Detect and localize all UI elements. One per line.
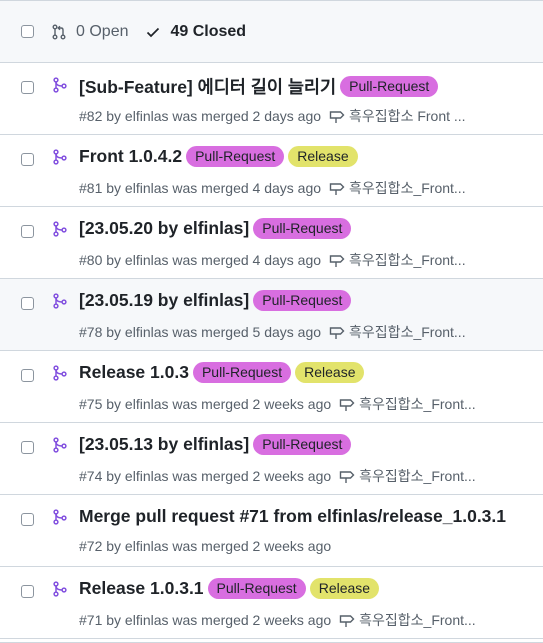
pull-request-rows: [Sub-Feature] 에디터 길이 늘리기 Pull-Request #82 … (0, 63, 543, 639)
row-checkbox[interactable] (21, 297, 34, 310)
row-checkbox[interactable] (21, 441, 34, 454)
pull-request-row[interactable]: [23.05.13 by elfinlas] Pull-Request #74 by… (0, 423, 543, 495)
pull-request-icon (52, 24, 66, 39)
milestone-name: 흑우집합소_Front... (359, 612, 476, 628)
open-count-label: 0 Open (76, 22, 129, 40)
pull-request-title-link[interactable]: [Sub-Feature] 에디터 길이 늘리기 (79, 74, 336, 99)
meta-line: #80 by elfinlas was merged 4 days ago 흑우집… (79, 250, 466, 270)
merged-icon (53, 581, 67, 597)
milestone-name: 흑우집합소_Front... (349, 324, 466, 340)
title-line: [Sub-Feature] 에디터 길이 늘리기 Pull-Request (79, 74, 439, 99)
milestone-icon (339, 615, 355, 627)
release-label[interactable]: Release (288, 146, 358, 167)
row-checkbox[interactable] (21, 513, 34, 526)
title-line: Front 1.0.4.2 Pull-Request Release (79, 146, 358, 167)
pull-request-label[interactable]: Pull-Request (207, 578, 306, 599)
check-icon (147, 27, 160, 37)
pull-request-meta: #71 by elfinlas was merged 2 weeks ago (79, 612, 332, 628)
pull-request-row[interactable]: Release 1.0.3 Pull-Request Release #75 by e… (0, 351, 543, 423)
pull-request-row[interactable]: Front 1.0.4.2 Pull-Request Release #81 by e… (0, 135, 543, 207)
pull-request-title-link[interactable]: [23.05.13 by elfinlas] (79, 434, 249, 455)
closed-filter-button[interactable]: 49 Closed (145, 23, 246, 41)
pull-request-meta: #81 by elfinlas was merged 4 days ago (79, 180, 322, 196)
pull-request-meta: #75 by elfinlas was merged 2 weeks ago (79, 396, 332, 412)
title-line: [23.05.19 by elfinlas] Pull-Request (79, 290, 352, 311)
merged-icon (53, 149, 67, 165)
milestone-link[interactable]: 흑우집합소_Front... (329, 178, 466, 198)
milestone-name: 흑우집합소_Front... (359, 468, 476, 484)
pull-request-meta: #82 by elfinlas was merged 2 days ago (79, 108, 322, 124)
pull-request-meta: #80 by elfinlas was merged 4 days ago (79, 252, 322, 268)
title-line: Release 1.0.3.1 Pull-Request Release (79, 578, 380, 599)
meta-line: #75 by elfinlas was merged 2 weeks ago 흑우… (79, 394, 476, 414)
milestone-link[interactable]: 흑우집합소 Front ... (329, 106, 466, 126)
title-line: [23.05.20 by elfinlas] Pull-Request (79, 218, 352, 239)
meta-line: #74 by elfinlas was merged 2 weeks ago 흑우… (79, 466, 476, 486)
milestone-link[interactable]: 흑우집합소_Front... (339, 610, 476, 630)
title-line: [23.05.13 by elfinlas] Pull-Request (79, 434, 352, 455)
merged-icon (53, 509, 67, 525)
row-checkbox[interactable] (21, 153, 34, 166)
milestone-link[interactable]: 흑우집합소_Front... (329, 250, 466, 270)
merged-icon (53, 365, 67, 381)
merged-icon (53, 221, 67, 237)
milestone-name: 흑우집합소_Front... (359, 396, 476, 412)
release-label[interactable]: Release (295, 362, 365, 383)
milestone-name: 흑우집합소_Front... (349, 252, 466, 268)
pull-request-label[interactable]: Pull-Request (253, 434, 352, 455)
pull-request-meta: #72 by elfinlas was merged 2 weeks ago (79, 538, 332, 554)
open-filter-button[interactable]: 0 Open (51, 23, 128, 41)
milestone-link[interactable]: 흑우집합소_Front... (339, 466, 476, 486)
pull-request-label[interactable]: Pull-Request (253, 218, 352, 239)
pull-request-title-link[interactable]: [23.05.20 by elfinlas] (79, 218, 249, 239)
pull-request-list: 0 Open 49 Closed [Sub-Feature] 에디터 길이 늘리… (0, 0, 543, 643)
milestone-icon (329, 183, 345, 195)
pull-request-label[interactable]: Pull-Request (186, 146, 285, 167)
milestone-link[interactable]: 흑우집합소_Front... (329, 322, 466, 342)
milestone-icon (329, 255, 345, 267)
pull-request-title-link[interactable]: Release 1.0.3.1 (79, 578, 204, 599)
pull-request-meta: #74 by elfinlas was merged 2 weeks ago (79, 468, 332, 484)
meta-line: #82 by elfinlas was merged 2 days ago 흑우집… (79, 106, 466, 126)
title-line: Release 1.0.3 Pull-Request Release (79, 362, 365, 383)
meta-line: #78 by elfinlas was merged 5 days ago 흑우집… (79, 322, 466, 342)
row-checkbox[interactable] (21, 585, 34, 598)
milestone-icon (339, 399, 355, 411)
merged-icon (53, 437, 67, 453)
meta-line: #71 by elfinlas was merged 2 weeks ago 흑우… (79, 610, 476, 630)
pull-request-title-link[interactable]: [23.05.19 by elfinlas] (79, 290, 249, 311)
pull-request-title-link[interactable]: Release 1.0.3 (79, 362, 189, 383)
pull-request-title-link[interactable]: Front 1.0.4.2 (79, 146, 182, 167)
milestone-icon (339, 471, 355, 483)
pull-request-row[interactable]: Release 1.0.3.1 Pull-Request Release #71 by… (0, 567, 543, 639)
row-checkbox[interactable] (21, 369, 34, 382)
meta-line: #81 by elfinlas was merged 4 days ago 흑우집… (79, 178, 466, 198)
list-header: 0 Open 49 Closed (0, 1, 543, 63)
milestone-icon (329, 111, 345, 123)
pull-request-label[interactable]: Pull-Request (192, 362, 292, 383)
milestone-name: 흑우집합소 Front ... (349, 108, 466, 124)
closed-count-label: 49 Closed (170, 22, 247, 40)
select-all-checkbox[interactable] (21, 25, 34, 38)
row-checkbox[interactable] (21, 225, 34, 238)
title-line: Merge pull request #71 from elfinlas/rel… (79, 506, 506, 527)
milestone-link[interactable]: 흑우집합소_Front... (339, 394, 476, 414)
milestone-name: 흑우집합소_Front... (349, 180, 466, 196)
pull-request-label[interactable]: Pull-Request (340, 76, 439, 97)
merged-icon (53, 77, 67, 93)
pull-request-meta: #78 by elfinlas was merged 5 days ago (79, 324, 322, 340)
pull-request-row[interactable]: [Sub-Feature] 에디터 길이 늘리기 Pull-Request #82 … (0, 63, 543, 135)
pull-request-title-link[interactable]: Merge pull request #71 from elfinlas/rel… (79, 506, 506, 527)
merged-icon (53, 293, 67, 309)
pull-request-label[interactable]: Pull-Request (253, 290, 352, 311)
release-label[interactable]: Release (309, 578, 380, 599)
pull-request-row[interactable]: [23.05.19 by elfinlas] Pull-Request #78 by… (0, 279, 543, 351)
row-checkbox[interactable] (21, 81, 34, 94)
pull-request-row[interactable]: [23.05.20 by elfinlas] Pull-Request #80 by… (0, 207, 543, 279)
pull-request-row[interactable]: Merge pull request #71 from elfinlas/rel… (0, 495, 543, 567)
milestone-icon (329, 327, 345, 339)
meta-line: #72 by elfinlas was merged 2 weeks ago (79, 538, 331, 554)
